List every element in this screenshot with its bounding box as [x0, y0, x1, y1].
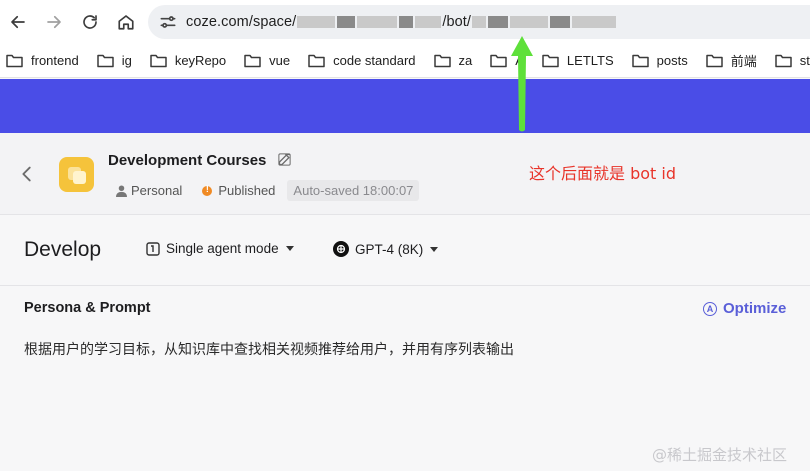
annotation-note: 这个后面就是 bot id	[529, 164, 676, 183]
bookmark-label: stu	[799, 53, 810, 68]
site-settings-icon[interactable]	[158, 12, 178, 32]
develop-title: Develop	[24, 238, 102, 261]
bookmark-label: vue	[269, 53, 291, 68]
redacted-bot-id	[550, 16, 571, 29]
autosave-badge: Auto-saved 18:00:07	[287, 180, 420, 201]
bookmark-label: posts	[656, 53, 688, 68]
redacted-space-id	[297, 16, 336, 29]
folder-icon	[631, 54, 649, 68]
home-button[interactable]	[108, 4, 144, 40]
folder-icon	[542, 54, 559, 68]
bookmark-label: LETLTS	[566, 53, 614, 68]
bookmark-label: keyRepo	[174, 53, 227, 68]
url-prefix: coze.com/space/	[186, 14, 297, 30]
folder-icon	[150, 54, 167, 68]
model-label: GPT-4 (8K)	[355, 241, 424, 257]
optimize-icon: A	[703, 301, 717, 316]
redacted-bot-id	[488, 16, 509, 29]
top-banner	[0, 79, 810, 133]
model-select[interactable]: GPT-4 (8K)	[333, 241, 439, 257]
bookmark-label: ig	[121, 53, 132, 68]
reload-button[interactable]	[72, 4, 108, 40]
bookmark-label: code standard	[333, 53, 416, 68]
address-bar[interactable]: coze.com/space/ /bot/	[148, 5, 810, 39]
folder-icon	[433, 54, 451, 68]
arrow-left-icon	[11, 15, 25, 29]
back-button[interactable]	[0, 4, 36, 40]
folder-icon	[244, 54, 261, 68]
folder-icon	[308, 54, 325, 68]
develop-toolbar: Develop Single agent mode GPT-4 (8K)	[0, 215, 810, 286]
openai-icon	[333, 241, 349, 257]
redacted-space-id	[399, 16, 414, 29]
bookmark-label: za	[458, 53, 473, 68]
bookmark-item[interactable]: code standard	[308, 53, 416, 68]
bot-avatar	[59, 157, 94, 192]
caret-down-icon	[285, 246, 294, 251]
bot-avatar-icon	[67, 166, 86, 184]
bookmark-label: 前端	[730, 54, 757, 69]
browser-toolbar: coze.com/space/ /bot/	[0, 0, 810, 44]
optimize-label: Optimize	[723, 300, 787, 317]
redacted-bot-id	[510, 16, 549, 29]
arrow-right-icon	[47, 15, 61, 29]
optimize-button[interactable]: A Optimize	[703, 300, 786, 317]
annotation-arrow-icon	[511, 36, 533, 132]
bookmark-item[interactable]: posts	[631, 53, 688, 68]
chevron-left-icon[interactable]	[16, 163, 38, 185]
bookmark-item[interactable]: LETLTS	[542, 53, 614, 68]
bookmark-item[interactable]: stu	[774, 53, 810, 68]
folder-icon	[490, 54, 507, 68]
url-middle: /bot/	[442, 14, 472, 30]
redacted-space-id	[357, 16, 398, 29]
bookmark-item[interactable]: keyRepo	[150, 53, 226, 68]
agent-mode-label: Single agent mode	[166, 241, 279, 256]
folder-icon	[705, 54, 723, 68]
bookmark-item[interactable]: 前端	[705, 51, 757, 70]
caret-down-icon	[430, 246, 439, 252]
redacted-space-id	[337, 16, 356, 29]
bot-owner: Personal	[131, 183, 183, 198]
redacted-bot-id	[572, 16, 617, 29]
forward-button[interactable]	[36, 4, 72, 40]
bot-status: Published	[218, 183, 276, 198]
persona-title: Persona & Prompt	[24, 300, 151, 316]
folder-icon	[6, 54, 23, 68]
reload-icon	[83, 15, 97, 29]
bot-header: Development Courses Personal Published A…	[0, 133, 810, 215]
bookmark-item[interactable]: vue	[244, 53, 290, 68]
edit-icon[interactable]	[277, 152, 292, 167]
redacted-space-id	[415, 16, 442, 29]
bookmark-label: frontend	[31, 53, 79, 68]
watermark: @稀土掘金技术社区	[652, 446, 788, 464]
mode-icon	[146, 241, 160, 256]
agent-mode-select[interactable]: Single agent mode	[146, 241, 294, 256]
warning-icon	[202, 184, 213, 196]
folder-icon	[774, 54, 792, 68]
bookmark-item[interactable]: za	[433, 53, 473, 68]
url-text: coze.com/space/ /bot/	[186, 14, 617, 30]
redacted-bot-id	[472, 16, 487, 29]
person-icon	[116, 185, 127, 197]
bookmark-item[interactable]: frontend	[6, 53, 79, 68]
bookmarks-bar: frontendigkeyRepovuecode standardzaALETL…	[0, 44, 810, 78]
folder-icon	[96, 54, 114, 68]
bot-name: Development Courses	[108, 152, 267, 169]
prompt-textarea[interactable]: 根据用户的学习目标，从知识库中查找相关视频推荐给用户，并用有序列表输出	[24, 339, 514, 359]
bookmark-item[interactable]: ig	[96, 53, 132, 68]
home-icon	[118, 15, 134, 30]
bot-meta: Personal Published Auto-saved 18:00:07	[116, 180, 420, 201]
